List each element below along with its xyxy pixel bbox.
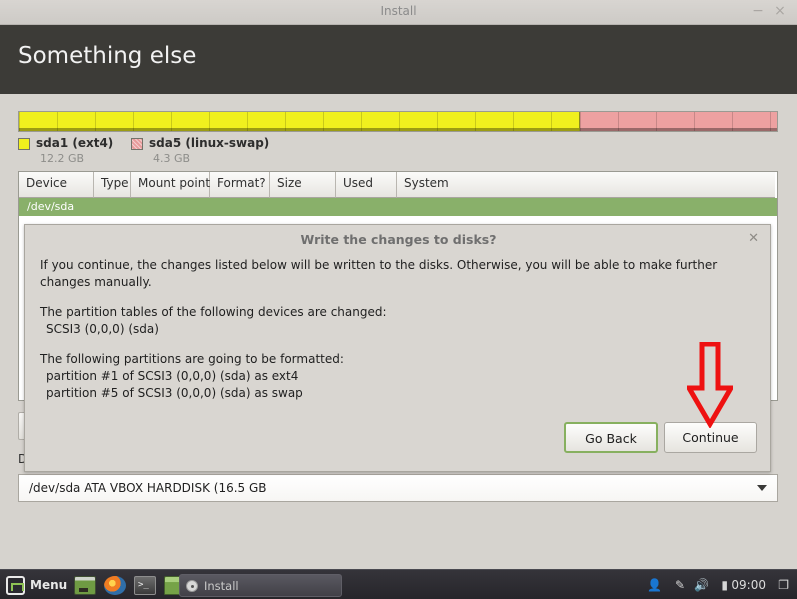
dialog-intro-text: If you continue, the changes listed belo… [40,258,718,289]
partition-segment-sda1[interactable] [19,112,580,131]
dialog-close-icon[interactable]: ✕ [748,231,759,246]
boot-loader-device-select[interactable]: /dev/sda ATA VBOX HARDDISK (16.5 GB [18,474,778,502]
go-back-button[interactable]: Go Back [564,422,658,453]
install-window: Install − × Something else sda1 (ext4) 1… [0,0,797,599]
table-row-dev-sda[interactable]: /dev/sda [19,198,777,216]
page-header: Something else [0,25,797,94]
legend-label: sda5 (linux-swap) [149,136,270,150]
speaker-icon[interactable]: 🔊 [694,578,709,592]
dialog-device-line: SCSI3 (0,0,0) (sda) [46,322,159,336]
partition-usage-bar[interactable] [18,111,778,132]
terminal-icon[interactable]: >_ [134,576,156,595]
table-header-row: Device Type Mount point Format? Size Use… [19,172,777,198]
menu-button[interactable]: Menu [30,578,67,592]
legend-label: sda1 (ext4) [36,136,114,150]
column-header-used[interactable]: Used [336,172,397,198]
dialog-title: Write the changes to disks? [300,232,497,247]
update-manager-icon[interactable]: ✎ [675,578,685,592]
legend-swatch-icon [18,138,30,150]
continue-button[interactable]: Continue [664,422,757,453]
close-icon[interactable]: × [772,4,788,18]
dialog-devices-heading: The partition tables of the following de… [40,305,387,319]
taskbar-window-label: Install [204,579,239,593]
chevron-down-icon [757,485,767,491]
dialog-body: If you continue, the changes listed belo… [40,257,760,402]
write-changes-dialog: Write the changes to disks? ✕ If you con… [24,224,771,472]
linux-mint-logo-icon[interactable] [6,576,25,595]
legend-swatch-icon [131,138,143,150]
dialog-format-line-1: partition #1 of SCSI3 (0,0,0) (sda) as e… [46,369,299,383]
workspace-switcher-icon[interactable]: ❐ [778,578,789,592]
firefox-icon[interactable] [104,576,126,595]
column-header-system[interactable]: System [397,172,775,198]
window-titlebar: Install − × [0,0,797,25]
taskbar: Menu >_ Install 👤 ✎ 🔊 ▮ 09:00 ❐ [0,569,797,599]
minimize-icon[interactable]: − [750,4,766,18]
battery-icon[interactable]: ▮ [721,578,728,592]
legend-size: 12.2 GB [40,152,85,165]
boot-loader-device-value: /dev/sda ATA VBOX HARDDISK (16.5 GB [29,481,267,495]
column-header-mount-point[interactable]: Mount point [131,172,210,198]
partition-segment-sda5[interactable] [579,112,777,131]
dialog-format-line-2: partition #5 of SCSI3 (0,0,0) (sda) as s… [46,386,303,400]
disc-icon [186,580,198,592]
taskbar-window-install[interactable]: Install [179,574,342,597]
show-desktop-icon[interactable] [74,576,96,595]
user-icon[interactable]: 👤 [647,578,662,592]
clock[interactable]: 09:00 [731,578,766,592]
page-title: Something else [18,43,197,69]
legend-size: 4.3 GB [153,152,191,165]
column-header-device[interactable]: Device [19,172,94,198]
column-header-size[interactable]: Size [270,172,336,198]
terminal-prompt-glyph: >_ [138,580,149,590]
column-header-type[interactable]: Type [94,172,131,198]
dialog-format-heading: The following partitions are going to be… [40,352,344,366]
window-title: Install [380,4,417,18]
column-header-format[interactable]: Format? [210,172,270,198]
